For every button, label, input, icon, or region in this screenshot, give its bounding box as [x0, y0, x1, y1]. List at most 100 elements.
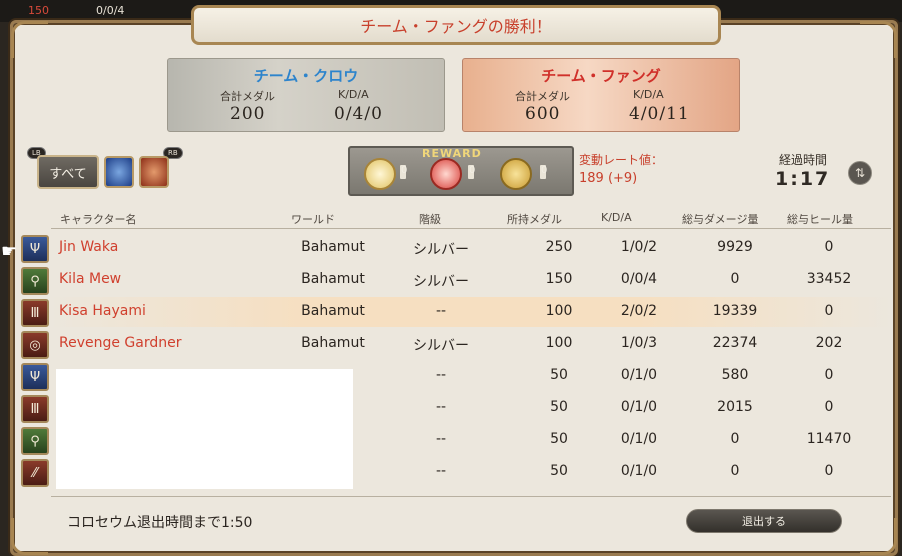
job-icon: Ψ — [21, 235, 49, 263]
player-world: Bahamut — [301, 335, 365, 351]
team-fang-panel: チーム・ファング 合計メダル K/D/A 600 4/0/11 — [462, 58, 740, 132]
player-damage: 0 — [730, 463, 740, 479]
player-damage: 19339 — [712, 303, 758, 319]
job-icon: ⚲ — [21, 267, 49, 295]
exit-button[interactable]: 退出する — [686, 509, 842, 533]
team-crow-panel: チーム・クロウ 合計メダル K/D/A 200 0/4/0 — [167, 58, 445, 132]
player-kda: 1/0/2 — [620, 239, 658, 255]
table-row[interactable]: ◎ Revenge Gardner Bahamut シルバー 100 1/0/3 22374… — [21, 329, 891, 359]
team-crow-kda-label: K/D/A — [338, 88, 369, 101]
reward-medal-red-icon — [430, 158, 462, 190]
redacted-area — [56, 369, 353, 489]
player-name[interactable]: Kisa Hayami — [59, 303, 146, 319]
table-row[interactable]: Ⅲ Kisa Hayami Bahamut -- 100 2/0/2 19339 0 — [21, 297, 891, 327]
team-crow-medals: 200 — [230, 104, 266, 124]
player-kda: 0/0/4 — [620, 271, 658, 287]
team-crow-medal-label: 合計メダル — [220, 90, 275, 103]
frame-corner — [860, 21, 897, 58]
player-name[interactable]: Kila Mew — [59, 271, 121, 287]
reward-panel: REWARD 0 0 0 — [348, 146, 574, 196]
exit-countdown: コロセウム退出時間まで1:50 — [67, 515, 253, 531]
team-fang-kda-label: K/D/A — [633, 88, 664, 101]
player-damage: 0 — [730, 271, 740, 287]
frame-corner — [11, 21, 48, 58]
hud-kda: 0/0/4 — [96, 4, 125, 17]
player-damage: 2015 — [717, 399, 753, 415]
filter-all-button[interactable]: すべて — [37, 155, 99, 189]
player-name[interactable]: Revenge Gardner — [59, 335, 182, 351]
rate-change-value: 189 (+9) — [579, 171, 638, 186]
elapsed-time-value: 1:17 — [775, 168, 831, 190]
player-medals: 50 — [550, 399, 568, 415]
player-medals: 50 — [550, 463, 568, 479]
team-fang-icon[interactable] — [139, 156, 169, 188]
player-name[interactable]: Jin Waka — [59, 239, 118, 255]
header-divider — [51, 228, 891, 229]
player-medals: 250 — [545, 239, 573, 255]
reward-count-2: 0 — [469, 165, 476, 176]
player-world: Bahamut — [301, 239, 365, 255]
player-kda: 1/0/3 — [620, 335, 658, 351]
player-heal: 0 — [824, 463, 834, 479]
reward-medal-gold-icon — [364, 158, 396, 190]
player-heal: 0 — [824, 303, 834, 319]
player-kda: 2/0/2 — [620, 303, 658, 319]
sort-toggle-icon[interactable]: ⇅ — [848, 161, 872, 185]
player-rank: シルバー — [413, 338, 469, 354]
job-icon: Ⅲ — [21, 299, 49, 327]
frame-corner — [11, 518, 48, 555]
player-heal: 0 — [824, 367, 834, 383]
col-world: ワールド — [291, 213, 335, 226]
player-damage: 580 — [721, 367, 749, 383]
player-rank: -- — [435, 463, 447, 479]
player-heal: 11470 — [806, 431, 852, 447]
player-rank: シルバー — [413, 274, 469, 290]
table-row[interactable]: Ψ ☛ Jin Waka Bahamut シルバー 250 1/0/2 9929 0 — [1, 233, 891, 263]
player-heal: 33452 — [806, 271, 852, 287]
table-row[interactable]: ⚲ Kila Mew Bahamut シルバー 150 0/0/4 0 33452 — [21, 265, 891, 295]
elapsed-time-label: 経過時間 — [779, 153, 828, 167]
player-rank: -- — [435, 399, 447, 415]
frame-corner — [860, 518, 897, 555]
col-name: キャラクター名 — [60, 213, 137, 226]
player-rank: -- — [435, 367, 447, 383]
player-medals: 100 — [545, 335, 573, 351]
col-medals: 所持メダル — [507, 213, 562, 226]
player-rank: シルバー — [413, 242, 469, 258]
player-kda: 0/1/0 — [620, 431, 658, 447]
job-icon: Ⅲ — [21, 395, 49, 423]
team-fang-medals: 600 — [525, 104, 561, 124]
result-title: チーム・ファングの勝利！ — [191, 5, 721, 45]
player-heal: 0 — [824, 399, 834, 415]
col-heal: 総与ヒール量 — [787, 213, 853, 226]
job-icon: ⁄⁄ — [21, 459, 49, 487]
selection-pointer-icon: ☛ — [1, 241, 18, 262]
team-fang-name: チーム・ファング — [541, 67, 661, 85]
reward-count-3: 0 — [541, 165, 548, 176]
player-world: Bahamut — [301, 271, 365, 287]
player-kda: 0/1/0 — [620, 399, 658, 415]
job-icon: Ψ — [21, 363, 49, 391]
player-medals: 150 — [545, 271, 573, 287]
reward-count-1: 0 — [401, 165, 408, 176]
team-fang-kda: 4/0/11 — [629, 104, 690, 124]
team-crow-icon[interactable] — [104, 156, 134, 188]
player-damage: 9929 — [717, 239, 753, 255]
player-kda: 0/1/0 — [620, 367, 658, 383]
job-icon: ⚲ — [21, 427, 49, 455]
player-heal: 202 — [815, 335, 843, 351]
rate-change-label: 変動レート値： — [579, 153, 664, 167]
reward-title: REWARD — [422, 147, 482, 160]
player-medals: 100 — [545, 303, 573, 319]
player-damage: 0 — [730, 431, 740, 447]
reward-medal-wolf-icon — [500, 158, 532, 190]
col-damage: 総与ダメージ量 — [682, 213, 759, 226]
table-header: キャラクター名 ワールド 階級 所持メダル K/D/A 総与ダメージ量 総与ヒー… — [13, 211, 895, 227]
player-heal: 0 — [824, 239, 834, 255]
player-rank: -- — [435, 431, 447, 447]
results-window: チーム・ファングの勝利！ チーム・クロウ 合計メダル K/D/A 200 0/4… — [1, 5, 898, 556]
team-fang-medal-label: 合計メダル — [515, 90, 570, 103]
player-kda: 0/1/0 — [620, 463, 658, 479]
footer-divider — [51, 496, 891, 497]
player-medals: 50 — [550, 431, 568, 447]
